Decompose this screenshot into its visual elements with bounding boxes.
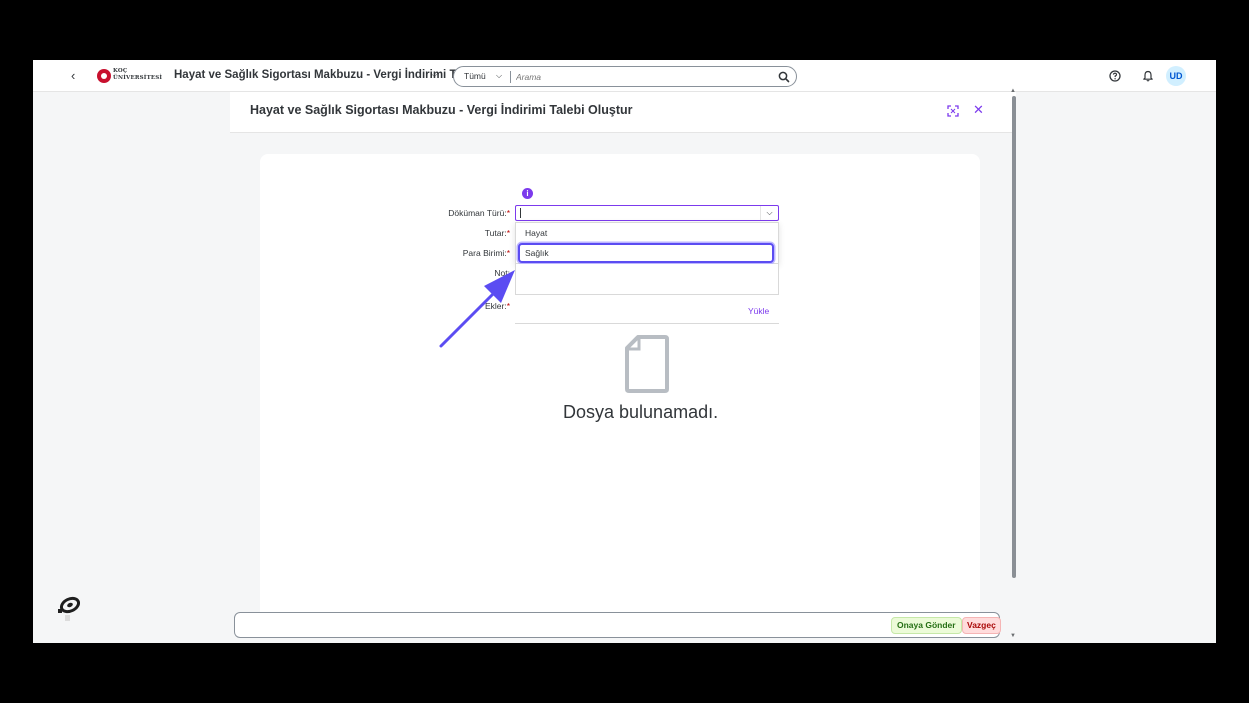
- help-icon[interactable]: [1109, 70, 1121, 82]
- create-request-dialog: Hayat ve Sağlık Sigortası Makbuzu - Verg…: [230, 88, 1016, 643]
- document-type-label: Döküman Türü:*: [448, 208, 510, 218]
- search-input[interactable]: [516, 70, 756, 84]
- cancel-button[interactable]: Vazgeç: [962, 617, 1001, 634]
- dropdown-option-hayat[interactable]: Hayat: [525, 228, 547, 238]
- logo-text: KOÇ ÜNİVERSİTESİ: [113, 68, 163, 81]
- back-button[interactable]: ‹: [71, 69, 83, 83]
- document-icon: [625, 335, 669, 393]
- dialog-scrollbar[interactable]: [1012, 96, 1016, 578]
- close-icon[interactable]: ✕: [973, 102, 984, 118]
- search-scope-select[interactable]: Tümü: [464, 71, 486, 81]
- logo-mark-icon: [97, 69, 111, 83]
- dialog-footer: Onaya Gönder Vazgeç: [234, 612, 1001, 638]
- chevron-down-icon[interactable]: ⌵: [496, 71, 502, 81]
- search-icon[interactable]: [777, 70, 791, 84]
- app-window: ‹ KOÇ ÜNİVERSİTESİ Hayat ve Sağlık Sigor…: [33, 60, 1216, 643]
- dialog-header: Hayat ve Sağlık Sigortası Makbuzu - Verg…: [230, 92, 1016, 133]
- search-divider: [510, 71, 511, 83]
- attachments-divider: [515, 323, 779, 324]
- university-logo[interactable]: KOÇ ÜNİVERSİTESİ: [97, 68, 163, 84]
- avatar[interactable]: UD: [1166, 66, 1186, 86]
- scroll-down-icon[interactable]: ▼: [1010, 633, 1016, 639]
- currency-label: Para Birimi:*: [462, 248, 510, 258]
- scroll-up-icon[interactable]: ▲: [1010, 88, 1016, 94]
- form-card: i Döküman Türü:* Tutar:* Para Birimi:* N…: [260, 154, 980, 634]
- pointer-arrow-icon: [439, 270, 515, 348]
- dropdown-option-saglik[interactable]: Sağlık: [525, 248, 549, 258]
- document-type-combobox[interactable]: ⌵: [515, 205, 779, 221]
- chevron-down-icon[interactable]: ⌵: [431, 69, 438, 80]
- empty-attachments-message: Dosya bulunamadı.: [563, 402, 719, 422]
- shell-bar: ‹ KOÇ ÜNİVERSİTESİ Hayat ve Sağlık Sigor…: [33, 60, 1216, 92]
- document-type-dropdown: Hayat Sağlık: [515, 222, 779, 264]
- search-bar: Tümü ⌵: [453, 66, 797, 87]
- text-cursor: [520, 208, 521, 218]
- info-icon[interactable]: i: [522, 188, 533, 199]
- dialog-title: Hayat ve Sağlık Sigortası Makbuzu - Verg…: [250, 103, 633, 117]
- amount-label: Tutar:*: [484, 228, 510, 238]
- send-for-approval-button[interactable]: Onaya Gönder: [891, 617, 962, 634]
- expand-icon[interactable]: [947, 105, 959, 117]
- app-title[interactable]: Hayat ve Sağlık Sigortası Makbuzu - Verg…: [174, 69, 472, 81]
- upload-button[interactable]: Yükle: [748, 306, 769, 316]
- note-textarea[interactable]: [515, 264, 779, 295]
- bell-icon[interactable]: [1142, 70, 1154, 82]
- assistant-logo-icon[interactable]: [56, 595, 80, 623]
- chevron-down-icon[interactable]: ⌵: [760, 206, 778, 220]
- dropdown-option-saglik-highlight[interactable]: [518, 243, 774, 263]
